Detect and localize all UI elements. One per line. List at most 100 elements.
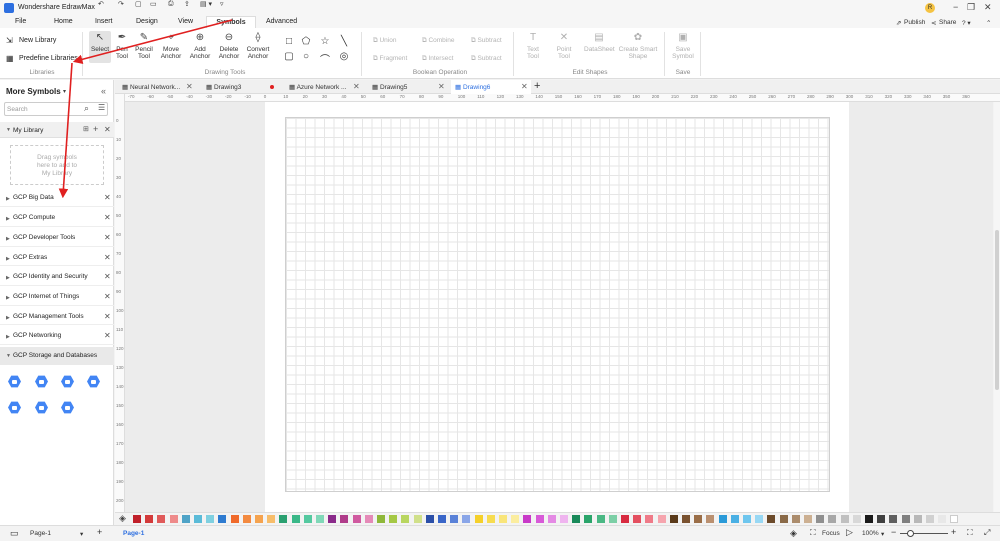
my-library-drop-zone[interactable]: Drag symbols here to add to My Library [10,145,104,185]
color-swatch[interactable] [242,515,251,523]
star-shape-icon[interactable]: ☆ [319,36,331,47]
color-swatch[interactable] [694,515,703,523]
more-symbols-title[interactable]: More Symbols [6,87,61,96]
color-swatch[interactable] [377,515,385,523]
color-swatch[interactable] [438,515,446,523]
vertical-scrollbar-thumb[interactable] [995,230,999,390]
add-page-icon[interactable]: + [97,527,102,537]
collapse-panel-icon[interactable]: « [101,86,106,96]
add-tab-icon[interactable]: + [534,80,540,92]
redo-icon[interactable]: ↷ [118,0,124,8]
color-swatch[interactable] [926,515,934,523]
close-icon[interactable]: ✕ [104,292,111,301]
zoom-in-icon[interactable]: + [951,527,956,537]
subtract-button[interactable]: ⧉ Subtract [471,37,502,45]
color-swatch[interactable] [181,515,190,523]
color-swatch[interactable] [499,515,507,523]
new-library-button[interactable]: New Library [19,37,56,44]
color-swatch[interactable] [596,515,605,523]
menu-file[interactable]: File [15,18,26,25]
color-swatch[interactable] [938,515,947,523]
color-swatch[interactable] [511,515,520,523]
save-symbol-button[interactable]: ▣ Save Symbol [670,33,696,61]
close-icon[interactable]: ✕ [104,213,111,222]
color-swatch[interactable] [828,515,837,523]
color-swatch[interactable] [145,515,154,523]
text-tool[interactable]: T Text Tool [520,33,546,61]
fit-page-icon[interactable]: ⛶ [967,528,973,538]
color-swatch[interactable] [804,515,812,523]
color-swatch[interactable] [157,515,166,523]
menu-insert[interactable]: Insert [95,18,113,25]
menu-symbols[interactable]: Symbols [206,16,256,28]
color-swatch[interactable] [669,515,678,523]
color-swatch[interactable] [450,515,459,523]
color-swatch[interactable] [316,515,324,523]
color-swatch[interactable] [865,515,873,523]
color-swatch[interactable] [340,515,349,523]
zoom-out-icon[interactable]: − [891,527,896,537]
color-swatch[interactable] [474,515,483,523]
tab-drawing5[interactable]: ▦ Drawing5 [372,81,407,94]
union-button[interactable]: ⧉ Union [373,37,396,45]
color-swatch[interactable] [743,515,751,523]
library-manage-icon[interactable]: ⊞ [83,125,89,133]
color-swatch[interactable] [328,515,337,523]
close-icon[interactable]: ✕ [438,82,445,91]
color-swatch[interactable] [425,515,434,523]
color-swatch[interactable] [255,515,263,523]
color-swatch[interactable] [230,515,239,523]
export-icon[interactable]: ⇪ [184,0,190,8]
color-swatch[interactable] [706,515,715,523]
color-swatch[interactable] [547,515,556,523]
menu-advanced[interactable]: Advanced [266,18,297,25]
zoom-dropdown-icon[interactable]: ▾ [881,530,884,538]
share-icon[interactable]: ⋖ [931,19,936,27]
zoom-slider-thumb[interactable] [907,530,914,537]
focus-button[interactable]: Focus [822,530,840,537]
predefine-libraries-button[interactable]: Predefine Libraries [19,55,78,62]
color-swatch[interactable] [682,515,690,523]
color-swatch[interactable] [950,515,959,523]
color-swatch[interactable] [913,515,922,523]
close-icon[interactable]: ✕ [104,233,111,242]
color-swatch[interactable] [816,515,825,523]
color-swatch[interactable] [560,515,568,523]
color-swatch[interactable] [267,515,276,523]
minimize-icon[interactable]: − [953,2,958,12]
filter-icon[interactable]: ☰ [98,103,105,112]
close-icon[interactable]: ✕ [104,253,111,262]
rectangle-shape-icon[interactable]: □ [283,36,295,47]
color-swatch[interactable] [194,515,202,523]
color-swatch[interactable] [633,515,642,523]
quick-access-dropdown-icon[interactable]: ▿ [220,0,224,8]
color-swatch[interactable] [840,515,849,523]
tab-neural-network[interactable]: ▦ Neural Network... [122,81,180,94]
chevron-down-icon[interactable]: ▾ [80,530,83,538]
close-icon[interactable]: ✕ [104,331,111,340]
move-anchor-tool[interactable]: ⌖ Move Anchor [158,33,184,61]
color-swatch[interactable] [645,515,654,523]
menu-home[interactable]: Home [54,18,73,25]
tab-drawing3[interactable]: ▦ Drawing3 [206,81,241,94]
convert-anchor-tool[interactable]: ⟠ Convert Anchor [245,33,271,61]
close-library-icon[interactable]: ✕ [104,125,111,134]
color-swatch[interactable] [413,515,422,523]
user-avatar[interactable]: R [925,3,935,13]
point-tool[interactable]: ✕ Point Tool [551,33,577,61]
help-icon[interactable]: ? ▾ [962,19,971,27]
color-swatch[interactable] [755,515,764,523]
page-selector[interactable]: Page-1 [30,530,51,537]
delete-anchor-tool[interactable]: ⊖ Delete Anchor [216,33,242,61]
pencil-tool[interactable]: ✎ Pencil Tool [131,33,157,61]
close-icon[interactable]: ✕ [353,82,360,91]
new-file-icon[interactable]: ▢ [135,0,142,8]
open-icon[interactable]: ▭ [150,0,157,8]
tab-drawing6[interactable]: ▦ Drawing6 [455,81,490,94]
zoom-level[interactable]: 100% [862,530,879,537]
fullscreen-icon[interactable]: ⤢ [984,528,990,538]
close-icon[interactable]: ✕ [104,193,111,202]
undo-icon[interactable]: ↶ [98,0,104,8]
arc-shape-icon[interactable]: ⌒ [319,51,331,66]
color-swatch[interactable] [279,515,288,523]
